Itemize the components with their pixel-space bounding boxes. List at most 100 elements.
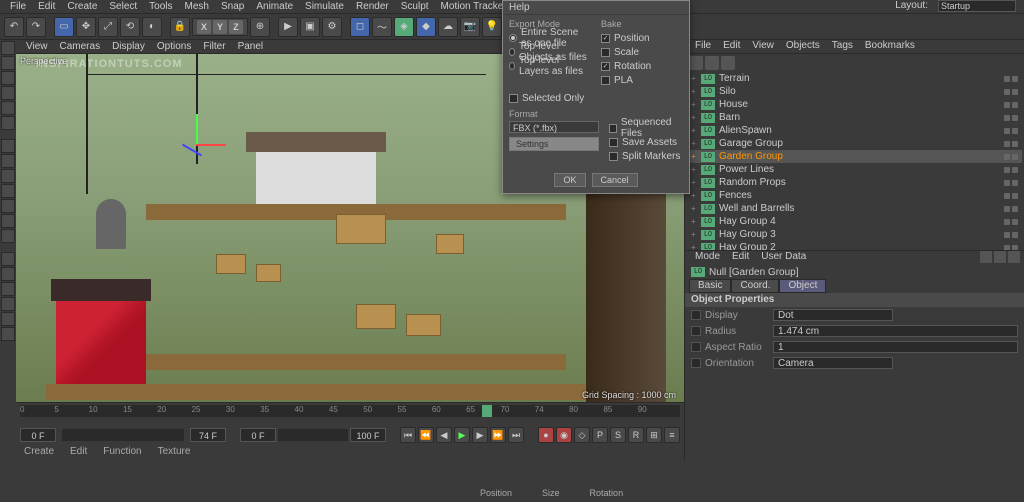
tl-next-frame[interactable]: ▶ — [472, 427, 488, 443]
attr-enable-chk[interactable] — [691, 310, 701, 320]
texture-mode[interactable] — [1, 56, 15, 70]
point-mode[interactable] — [1, 86, 15, 100]
menu-sculpt[interactable]: Sculpt — [395, 1, 435, 12]
object-item-silo[interactable]: +L0Silo — [687, 85, 1022, 98]
workplane-mode[interactable] — [1, 71, 15, 85]
chk-save-assets[interactable] — [609, 138, 618, 147]
chk-sequenced[interactable] — [609, 124, 617, 133]
object-item-power-lines[interactable]: +L0Power Lines — [687, 163, 1022, 176]
locked-tool[interactable]: 🔒 — [170, 17, 190, 37]
tl-key-pos[interactable]: P — [592, 427, 608, 443]
visibility-dot[interactable] — [1004, 115, 1010, 121]
render-region[interactable]: ▣ — [300, 17, 320, 37]
tl-range-end[interactable]: 100 F — [350, 428, 386, 442]
tl-play[interactable]: ▶ — [454, 427, 470, 443]
tl-range-bar[interactable] — [278, 429, 348, 441]
vp-filter[interactable]: Filter — [197, 41, 231, 52]
render-dot[interactable] — [1012, 232, 1018, 238]
last-tool[interactable]: ◐ — [142, 17, 162, 37]
object-item-random-props[interactable]: +L0Random Props — [687, 176, 1022, 189]
timeline-ruler[interactable]: 051015202530354045505560657074808590 — [16, 402, 684, 424]
tl-keyframe-sel[interactable]: ◇ — [574, 427, 590, 443]
attr-enable-chk[interactable] — [691, 342, 701, 352]
om-file[interactable]: File — [689, 40, 717, 53]
visibility-dot[interactable] — [1004, 76, 1010, 82]
menu-animate[interactable]: Animate — [250, 1, 299, 12]
chk-position[interactable]: ✓ — [601, 34, 610, 43]
attr-edit[interactable]: Edit — [726, 251, 755, 265]
object-item-garage-group[interactable]: +L0Garage Group — [687, 137, 1022, 150]
visibility-dot[interactable] — [1004, 180, 1010, 186]
workplane-snap[interactable] — [1, 199, 15, 213]
expand-icon[interactable]: + — [691, 126, 701, 135]
edge-mode[interactable] — [1, 101, 15, 115]
mat-texture[interactable]: Texture — [154, 446, 195, 460]
vp-panel[interactable]: Panel — [232, 41, 270, 52]
attr-value[interactable]: Dot — [773, 309, 893, 321]
radio-toplevel-layers[interactable] — [509, 62, 515, 70]
expand-icon[interactable]: + — [691, 152, 701, 161]
add-light[interactable]: 💡 — [482, 17, 502, 37]
render-dot[interactable] — [1012, 141, 1018, 147]
opt-toplevel-layers[interactable]: Top-level Layers as files — [519, 55, 591, 77]
tl-range-start[interactable]: 0 F — [240, 428, 276, 442]
uv-mode[interactable] — [1, 297, 15, 311]
visibility-dot[interactable] — [1004, 167, 1010, 173]
render-dot[interactable] — [1012, 180, 1018, 186]
bake-rotation[interactable]: Rotation — [614, 61, 651, 72]
om-path-icon[interactable] — [721, 56, 735, 70]
visibility-dot[interactable] — [1004, 141, 1010, 147]
mat-create[interactable]: Create — [20, 446, 58, 460]
tl-goto-end[interactable]: ⏭ — [508, 427, 524, 443]
render-dot[interactable] — [1012, 154, 1018, 160]
snap-toggle[interactable] — [1, 169, 15, 183]
bake-pla[interactable]: PLA — [614, 75, 633, 86]
object-item-hay-group-3[interactable]: +L0Hay Group 3 — [687, 228, 1022, 241]
om-view[interactable]: View — [746, 40, 780, 53]
expand-icon[interactable]: + — [691, 139, 701, 148]
transform-gizmo[interactable] — [176, 124, 216, 164]
tl-goto-start[interactable]: ⏮ — [400, 427, 416, 443]
tl-key-pla[interactable]: ≡ — [664, 427, 680, 443]
bake-position[interactable]: Position — [614, 33, 650, 44]
om-objects[interactable]: Objects — [780, 40, 826, 53]
axis-x[interactable]: X — [197, 20, 211, 34]
tl-prev-frame[interactable]: ◀ — [436, 427, 452, 443]
object-list[interactable]: +L0Terrain+L0Silo+L0House+L0Barn+L0Alien… — [685, 70, 1024, 250]
radio-entire-scene[interactable] — [509, 34, 517, 42]
chk-rotation[interactable]: ✓ — [601, 62, 610, 71]
tl-key-rot[interactable]: R — [628, 427, 644, 443]
add-generator[interactable]: ◈ — [394, 17, 414, 37]
expand-icon[interactable]: + — [691, 87, 701, 96]
menu-edit[interactable]: Edit — [32, 1, 61, 12]
visibility-dot[interactable] — [1004, 154, 1010, 160]
attr-value[interactable]: Camera — [773, 357, 893, 369]
object-item-hay-group-4[interactable]: +L0Hay Group 4 — [687, 215, 1022, 228]
layout-dropdown[interactable]: Startup — [938, 0, 1016, 12]
render-dot[interactable] — [1012, 76, 1018, 82]
axis-toggle[interactable]: X Y Z — [192, 18, 248, 36]
ok-button[interactable]: OK — [554, 173, 585, 187]
export-dialog[interactable]: Help Export Mode Entire Scene as one fil… — [502, 0, 690, 194]
om-search-icon[interactable] — [689, 56, 703, 70]
visibility-dot[interactable] — [1004, 193, 1010, 199]
add-camera[interactable]: 📷 — [460, 17, 480, 37]
tweak-mode[interactable] — [1, 267, 15, 281]
expand-icon[interactable]: + — [691, 74, 701, 83]
tl-key-param[interactable]: ⊞ — [646, 427, 662, 443]
object-item-alienspawn[interactable]: +L0AlienSpawn — [687, 124, 1022, 137]
add-deformer[interactable]: ◆ — [416, 17, 436, 37]
tl-autokey[interactable]: ◉ — [556, 427, 572, 443]
attr-back-icon[interactable] — [980, 251, 992, 263]
coord-system[interactable]: ⊕ — [250, 17, 270, 37]
menu-mesh[interactable]: Mesh — [179, 1, 215, 12]
object-item-garden-group[interactable]: +L0Garden Group — [687, 150, 1022, 163]
om-edit[interactable]: Edit — [717, 40, 746, 53]
render-dot[interactable] — [1012, 89, 1018, 95]
attr-tab-basic[interactable]: Basic — [689, 279, 731, 293]
settings-button[interactable]: Settings — [509, 137, 599, 151]
visibility-dot[interactable] — [1004, 128, 1010, 134]
expand-icon[interactable]: + — [691, 165, 701, 174]
render-view[interactable]: ▶ — [278, 17, 298, 37]
menu-file[interactable]: File — [4, 1, 32, 12]
